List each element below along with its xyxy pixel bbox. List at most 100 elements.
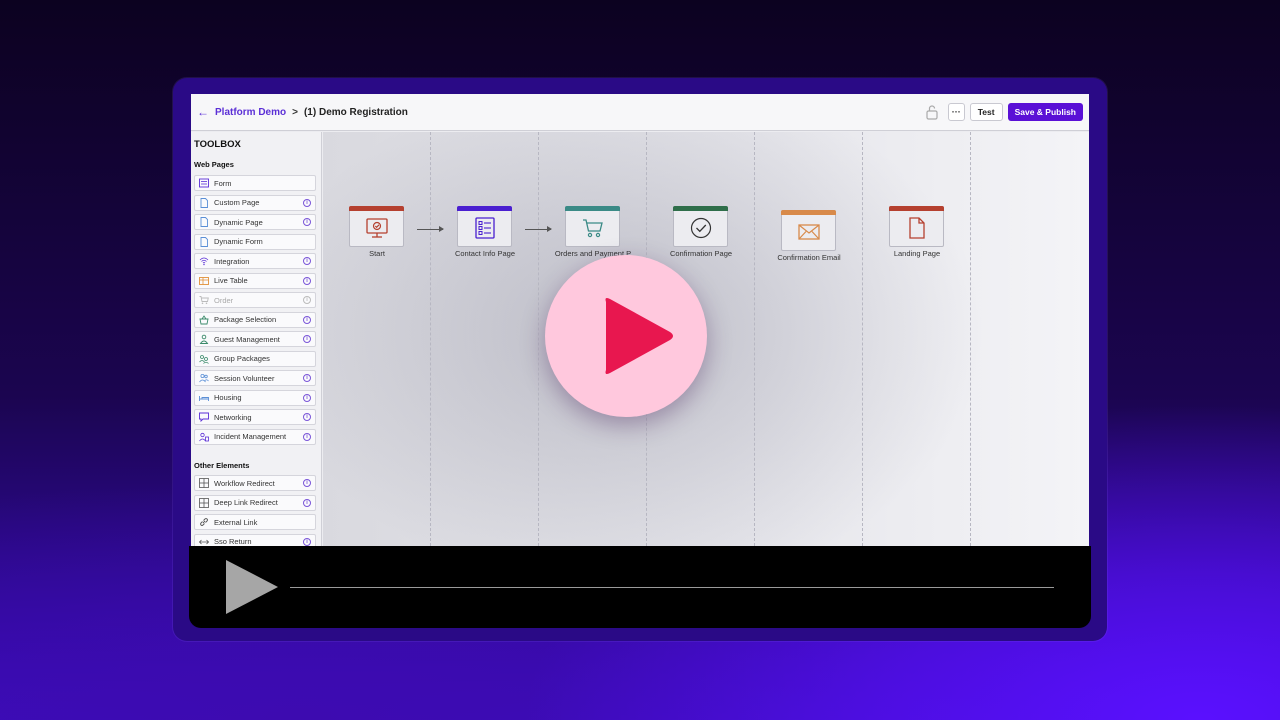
info-icon[interactable]: i: [303, 374, 311, 382]
play-button-icon[interactable]: [226, 560, 278, 614]
flow-node-confirmation-page[interactable]: [673, 206, 728, 247]
link-icon: [199, 517, 209, 527]
info-icon[interactable]: i: [303, 315, 311, 324]
node-color-bar: [349, 206, 404, 211]
cart-icon: [582, 217, 604, 239]
toolbox-item-networking[interactable]: Networking i: [194, 409, 316, 425]
flow-node-label: Confirmation Email: [777, 253, 841, 262]
toolbox-item-label: Integration: [214, 256, 250, 266]
info-icon[interactable]: i: [303, 413, 311, 421]
redirect-icon: [199, 497, 209, 508]
lane-divider: [538, 132, 539, 546]
info-icon[interactable]: i: [303, 537, 311, 546]
toolbox-item-label: Networking: [214, 412, 252, 422]
volunteer-icon: [199, 373, 209, 383]
toolbox-item-label: Deep Link Redirect: [214, 498, 278, 507]
info-icon[interactable]: i: [303, 276, 311, 285]
toolbox-item-custom-page[interactable]: Custom Page i: [194, 194, 316, 211]
document-icon: [906, 217, 928, 239]
toolbox-item-workflow-redirect[interactable]: Workflow Redirect i: [194, 475, 316, 491]
web-pages-heading: Web Pages: [194, 160, 234, 169]
toolbox-item-order[interactable]: Order i: [194, 292, 316, 308]
toolbox-item-label: Dynamic Form: [214, 237, 263, 246]
save-publish-button[interactable]: Save & Publish: [1007, 103, 1083, 121]
mail-icon: [798, 221, 820, 243]
toolbox-item-integration[interactable]: Integration i: [194, 253, 316, 269]
toolbox-item-dynamic-form[interactable]: Dynamic Form: [194, 233, 316, 250]
page-icon: [199, 197, 209, 208]
flow-arrow: [417, 226, 444, 232]
toolbox-item-group-packages[interactable]: Group Packages: [194, 350, 316, 367]
info-icon[interactable]: i: [303, 198, 311, 207]
form-icon: [199, 178, 209, 188]
toolbox-item-session-volunteer[interactable]: Session Volunteer i: [194, 370, 316, 386]
flow-node-label: Contact Info Page: [454, 249, 516, 258]
toolbox-item-label: Package Selection: [214, 315, 277, 324]
flow-node-confirmation-email[interactable]: [781, 210, 836, 251]
play-icon[interactable]: [600, 296, 676, 376]
flow-node-orders-and-payment-p[interactable]: [565, 206, 620, 247]
info-icon[interactable]: i: [303, 479, 311, 487]
test-button[interactable]: Test: [969, 103, 1003, 121]
node-color-bar: [673, 206, 728, 211]
toolbox-item-package-selection[interactable]: Package Selection i: [194, 311, 316, 328]
node-color-bar: [457, 206, 512, 211]
page-icon: [199, 236, 209, 247]
toolbox-item-label: Workflow Redirect: [214, 478, 275, 488]
wifi-icon: [199, 256, 209, 266]
progress-track[interactable]: [290, 587, 1054, 588]
page-icon: [199, 217, 209, 227]
info-icon[interactable]: i: [303, 335, 311, 343]
back-arrow-icon[interactable]: ←: [197, 105, 209, 119]
flow-node-label: Start: [369, 249, 385, 258]
toolbox-item-label: Dynamic Page: [214, 217, 263, 227]
info-icon[interactable]: i: [303, 218, 311, 226]
toolbox-item-label: Custom Page: [214, 198, 260, 207]
toolbox-panel: TOOLBOX Web Pages Other Elements Form Cus…: [191, 132, 322, 546]
monitor-check-icon: [366, 217, 388, 239]
node-color-bar: [889, 206, 944, 211]
toolbox-item-dynamic-page[interactable]: Dynamic Page i: [194, 214, 316, 230]
info-icon[interactable]: i: [303, 393, 311, 402]
toolbox-item-label: Live Table: [214, 276, 248, 285]
lock-icon[interactable]: [925, 104, 939, 120]
node-color-bar: [565, 206, 620, 211]
incident-icon: [199, 432, 209, 442]
toolbox-title: TOOLBOX: [194, 139, 241, 150]
breadcrumb-separator: >: [292, 106, 298, 118]
return-icon: [199, 537, 209, 547]
more-button[interactable]: ···: [947, 103, 965, 121]
toolbox-item-label: Session Volunteer: [214, 373, 275, 383]
toolbox-item-live-table[interactable]: Live Table i: [194, 272, 316, 289]
basket-icon: [199, 314, 209, 325]
flow-arrow: [525, 226, 552, 232]
toolbox-item-incident-management[interactable]: Incident Management i: [194, 428, 316, 445]
info-icon[interactable]: i: [303, 257, 311, 265]
toolbox-item-label: Housing: [214, 393, 242, 402]
toolbox-item-label: Guest Management: [214, 334, 280, 344]
chat-icon: [199, 412, 209, 422]
toolbox-item-external-link[interactable]: External Link: [194, 514, 316, 530]
cart-icon: [199, 295, 209, 305]
top-actions: ··· Test Save & Publish: [925, 103, 1083, 121]
flow-node-contact-info-page[interactable]: [457, 206, 512, 247]
video-controls: [189, 546, 1091, 628]
toolbox-item-label: Order: [214, 295, 234, 305]
flow-node-landing-page[interactable]: [889, 206, 944, 247]
info-icon[interactable]: i: [303, 432, 311, 441]
flow-node-start[interactable]: [349, 206, 404, 247]
flow-node-label: Confirmation Page: [669, 249, 733, 258]
toolbox-item-label: Group Packages: [214, 354, 270, 363]
check-circle-icon: [690, 217, 712, 239]
toolbox-item-form[interactable]: Form: [194, 175, 316, 191]
info-icon[interactable]: i: [303, 296, 311, 304]
toolbox-item-label: External Link: [214, 517, 258, 527]
guest-icon: [199, 334, 209, 344]
toolbox-item-housing[interactable]: Housing i: [194, 389, 316, 406]
info-icon[interactable]: i: [303, 498, 311, 507]
toolbox-item-sso-return[interactable]: Sso Return i: [194, 533, 316, 547]
breadcrumb-link[interactable]: Platform Demo: [215, 107, 286, 118]
toolbox-item-label: Incident Management: [214, 432, 287, 441]
toolbox-item-deep-link-redirect[interactable]: Deep Link Redirect i: [194, 494, 316, 511]
toolbox-item-guest-management[interactable]: Guest Management i: [194, 331, 316, 347]
